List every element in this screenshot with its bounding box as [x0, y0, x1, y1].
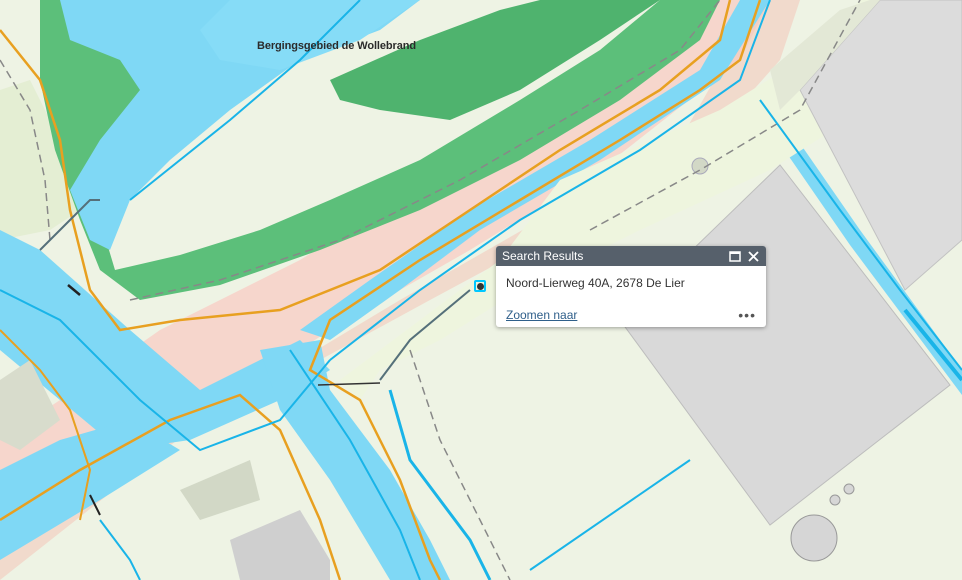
- zoom-to-link[interactable]: Zoomen naar: [506, 308, 577, 322]
- tank-circle-small-2: [843, 483, 855, 495]
- tank-circle-large: [790, 514, 838, 562]
- close-icon[interactable]: [746, 249, 760, 263]
- search-results-popup: Search Results Noord-Lierweg 40A, 2678 D…: [496, 246, 766, 327]
- popup-title: Search Results: [502, 249, 584, 263]
- popup-header: Search Results: [496, 246, 766, 266]
- popup-footer: Zoomen naar •••: [506, 308, 756, 322]
- popup-body: Noord-Lierweg 40A, 2678 De Lier: [496, 266, 766, 290]
- tank-circle-small: [829, 494, 841, 506]
- location-dot-icon: [477, 283, 484, 290]
- more-options-button[interactable]: •••: [738, 308, 756, 322]
- map-area-label: Bergingsgebied de Wollebrand: [257, 40, 416, 52]
- maximize-icon[interactable]: [728, 249, 742, 263]
- popup-address: Noord-Lierweg 40A, 2678 De Lier: [506, 276, 685, 290]
